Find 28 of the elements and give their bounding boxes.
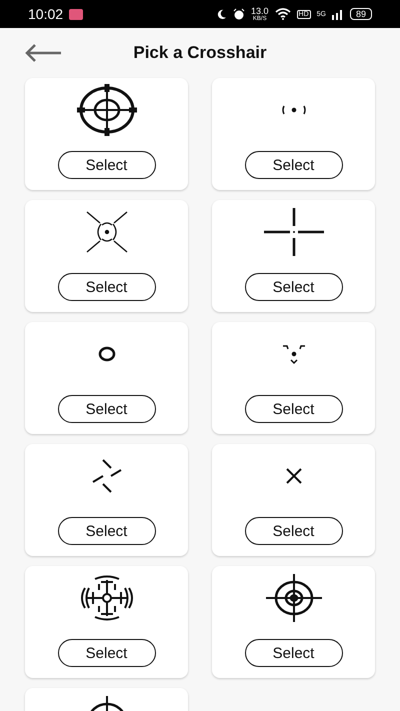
crosshair-icon [90,458,122,494]
wifi-icon [274,8,291,20]
crosshair-icon [98,346,116,362]
network-speed: 13.0 [250,6,269,16]
signal-icon [332,8,344,20]
select-button[interactable]: Select [58,517,156,545]
crosshair-icon [280,344,306,364]
crosshair-icon [282,104,306,116]
notification-icon [69,8,84,20]
page-title: Pick a Crosshair [133,43,267,63]
select-button[interactable]: Select [58,639,156,667]
moon-icon [216,8,227,20]
select-button[interactable]: Select [244,273,342,301]
select-button[interactable]: Select [58,151,156,179]
crosshair-icon [262,206,326,258]
select-button[interactable]: Select [58,395,156,423]
status-time: 10:02 [28,6,64,22]
battery-level: 89 [350,8,372,20]
select-button[interactable]: Select [58,273,156,301]
select-button[interactable]: Select [244,517,342,545]
select-button[interactable]: Select [244,639,342,667]
alarm-icon [232,8,245,20]
crosshair-icon [284,467,302,485]
select-button[interactable]: Select [244,151,342,179]
back-arrow-icon[interactable] [24,43,62,63]
crosshair-icon [84,210,128,254]
select-button[interactable]: Select [244,395,342,423]
crosshair-icon [74,84,138,136]
